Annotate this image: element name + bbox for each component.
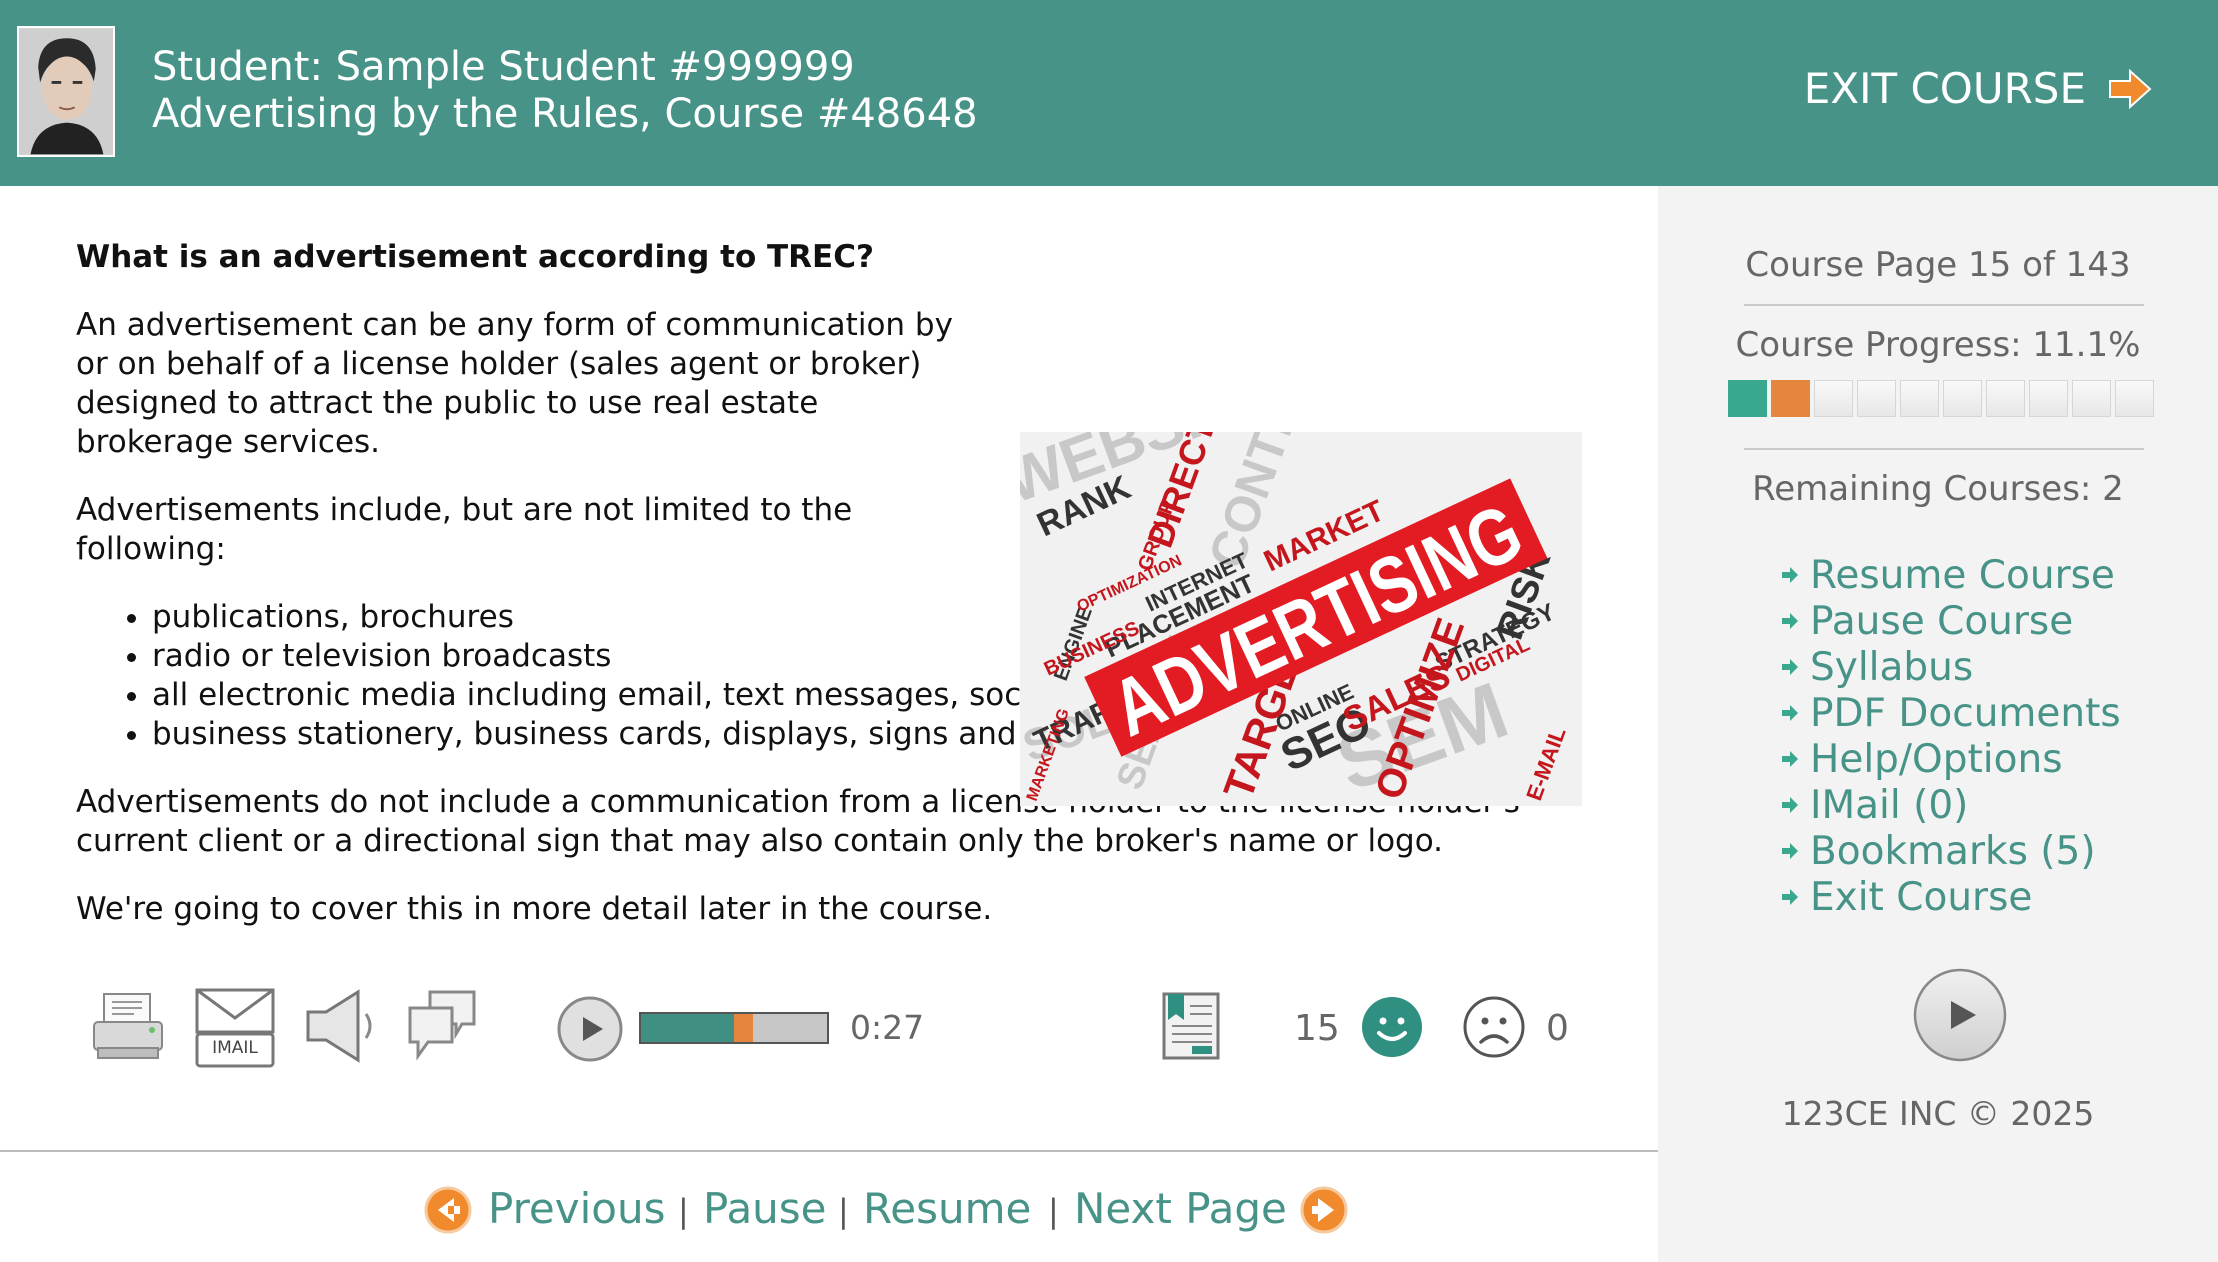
sidebar-item-imail[interactable]: IMail (0): [1780, 782, 2121, 828]
sidebar-item-label: Resume Course: [1810, 552, 2115, 598]
course-progress-label: Course Progress: 11.1%: [1735, 325, 2141, 365]
progress-segment: [1814, 380, 1853, 417]
arrow-right-icon: [1782, 659, 1798, 675]
progress-segment: [1771, 380, 1810, 417]
course-title: Advertising by the Rules, Course #48648: [152, 91, 978, 137]
progress-segment: [2072, 380, 2111, 417]
sidebar-item-syllabus[interactable]: Syllabus: [1780, 644, 2121, 690]
arrow-right-icon: [1782, 797, 1798, 813]
arrow-right-icon: [1782, 843, 1798, 859]
header-bar: Student: Sample Student #999999 Advertis…: [0, 0, 2218, 186]
sidebar-menu: Resume Course Pause Course Syllabus PDF …: [1780, 552, 2121, 920]
remaining-courses: Remaining Courses: 2: [1752, 469, 2124, 509]
sidebar-item-label: Bookmarks (5): [1810, 828, 2096, 874]
exit-course-top-button[interactable]: EXIT COURSE: [1804, 64, 2152, 113]
sidebar-item-label: Syllabus: [1810, 644, 1974, 690]
course-sidebar: Course Page 15 of 143 Course Progress: 1…: [1658, 186, 2218, 1262]
progress-segment: [1857, 380, 1896, 417]
progress-segment: [1943, 380, 1982, 417]
imail-button[interactable]: IMAIL: [194, 986, 276, 1068]
resume-link[interactable]: Resume: [863, 1184, 1031, 1233]
comments-icon[interactable]: [406, 988, 478, 1062]
lesson-panel: What is an advertisement according to TR…: [0, 186, 1658, 1262]
progress-segment: [1728, 380, 1767, 417]
smiley-like-icon[interactable]: [1360, 995, 1424, 1059]
sidebar-item-resume-course[interactable]: Resume Course: [1780, 552, 2121, 598]
divider: [1744, 304, 2144, 306]
bottom-navigation: Previous | Pause | Resume | Next Page: [0, 1176, 1658, 1246]
previous-arrow-icon[interactable]: [424, 1186, 472, 1234]
divider: [0, 1150, 1658, 1152]
pause-link[interactable]: Pause: [703, 1184, 827, 1233]
like-count: 15: [1294, 1008, 1340, 1049]
audio-progress-bar[interactable]: [639, 1012, 829, 1044]
arrow-right-icon: [1782, 751, 1798, 767]
lesson-paragraph: Advertisements include, but are not limi…: [76, 492, 853, 567]
lesson-heading: What is an advertisement according to TR…: [76, 239, 874, 275]
sidebar-item-label: PDF Documents: [1810, 690, 2121, 736]
course-progress-bar: [1728, 380, 2154, 417]
lesson-paragraph: An advertisement can be any form of comm…: [76, 307, 953, 460]
lesson-paragraph: We're going to cover this in more detail…: [76, 891, 993, 927]
arrow-right-icon: [1782, 705, 1798, 721]
sidebar-item-label: Pause Course: [1810, 598, 2074, 644]
sidebar-item-label: Exit Course: [1810, 874, 2033, 920]
audio-progress-fill: [641, 1014, 734, 1042]
copyright: 123CE INC © 2025: [1781, 1094, 2095, 1133]
course-page: Student: Sample Student #999999 Advertis…: [0, 0, 2218, 1262]
sidebar-item-pdf-documents[interactable]: PDF Documents: [1780, 690, 2121, 736]
advertising-word-cloud-image: WEBSITE SEM SOLUTION SEARCH CONTENT RANK…: [1020, 432, 1582, 806]
nav-separator: |: [1048, 1192, 1059, 1230]
student-avatar: [17, 26, 115, 157]
progress-segment: [2115, 380, 2154, 417]
course-page-indicator: Course Page 15 of 143: [1745, 245, 2131, 285]
progress-segment: [2029, 380, 2068, 417]
nav-separator: |: [838, 1192, 849, 1230]
audio-time: 0:27: [850, 1008, 925, 1047]
sidebar-item-bookmarks[interactable]: Bookmarks (5): [1780, 828, 2121, 874]
arrow-right-icon: [1782, 889, 1798, 905]
sidebar-item-pause-course[interactable]: Pause Course: [1780, 598, 2121, 644]
bookmark-icon[interactable]: [1160, 990, 1222, 1062]
arrow-right-icon: [2109, 68, 2152, 109]
nav-separator: |: [678, 1192, 689, 1230]
frown-dislike-icon[interactable]: [1462, 995, 1526, 1059]
audio-progress-marker: [734, 1014, 753, 1042]
divider: [1744, 448, 2144, 450]
sidebar-item-label: Help/Options: [1810, 736, 2063, 782]
arrow-right-icon: [1782, 613, 1798, 629]
dislike-count: 0: [1546, 1008, 1569, 1049]
next-page-link[interactable]: Next Page: [1074, 1184, 1287, 1233]
arrow-right-icon: [1782, 567, 1798, 583]
student-name: Student: Sample Student #999999: [152, 44, 855, 90]
sidebar-item-help-options[interactable]: Help/Options: [1780, 736, 2121, 782]
previous-link[interactable]: Previous: [488, 1184, 666, 1233]
sidebar-item-label: IMail (0): [1810, 782, 1969, 828]
imail-label: IMAIL: [212, 1038, 258, 1058]
play-icon[interactable]: [1912, 967, 2008, 1063]
print-icon[interactable]: [90, 990, 166, 1062]
progress-segment: [1900, 380, 1939, 417]
exit-course-label: EXIT COURSE: [1803, 64, 2086, 113]
sidebar-item-exit-course[interactable]: Exit Course: [1780, 874, 2121, 920]
progress-segment: [1986, 380, 2025, 417]
audio-play-icon[interactable]: [556, 995, 624, 1063]
next-arrow-icon[interactable]: [1300, 1186, 1348, 1234]
speaker-icon[interactable]: [304, 988, 382, 1064]
